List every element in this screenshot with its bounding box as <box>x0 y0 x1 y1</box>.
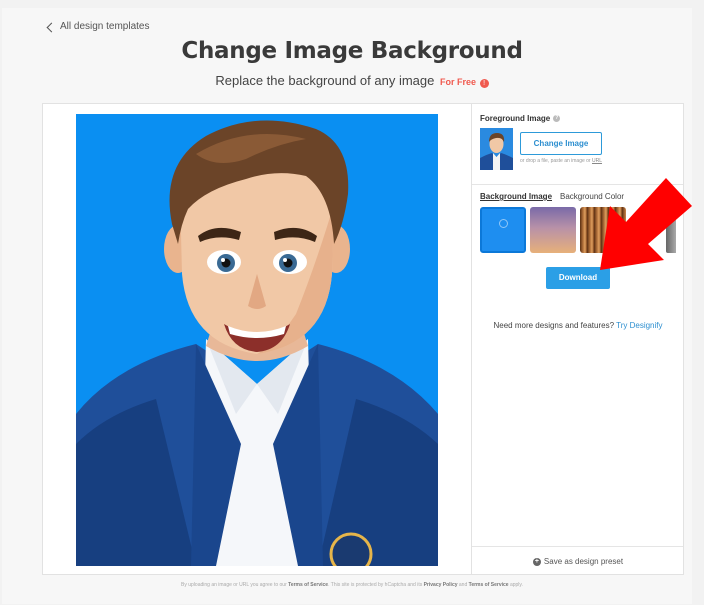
download-button[interactable]: Download <box>546 267 610 289</box>
foreground-title-label: Foreground Image <box>480 114 551 123</box>
selected-check-icon <box>499 219 508 228</box>
terms-link[interactable]: Terms of Service <box>288 582 328 588</box>
footer-text-and: and <box>458 582 468 588</box>
promo-label: Need more designs and features? <box>493 321 615 330</box>
portrait-illustration <box>76 114 438 566</box>
help-icon[interactable]: ? <box>553 115 561 122</box>
free-badge: For Free <box>439 77 476 87</box>
foreground-thumbnail <box>480 128 513 170</box>
promo-text: Need more designs and features? Try Desi… <box>472 321 684 330</box>
subtitle-text: Replace the background of any image <box>215 73 435 88</box>
swatch-solid-blue[interactable] <box>480 207 526 253</box>
footer-text: By uploading an image or URL you agree t… <box>181 582 287 588</box>
editor-card: Foreground Image ? Change Image or drop … <box>42 103 684 575</box>
swatch-sunset-gradient[interactable] <box>530 207 576 253</box>
try-designify-link[interactable]: Try Designify <box>616 321 662 330</box>
page-title: Change Image Background <box>181 38 523 64</box>
save-preset-button[interactable]: + Save as design preset <box>472 557 684 566</box>
foreground-section-title: Foreground Image ? <box>480 114 561 123</box>
canvas-area <box>43 104 471 574</box>
change-image-button[interactable]: Change Image <box>520 132 602 155</box>
save-preset-label: Save as design preset <box>543 557 624 566</box>
info-icon[interactable]: ! <box>479 79 489 88</box>
url-link[interactable]: URL <box>592 158 602 164</box>
page-subtitle: Replace the background of any image For … <box>0 73 704 88</box>
drop-hint: or drop a file, paste an image or URL <box>520 158 602 164</box>
thumbnail-portrait <box>480 128 513 170</box>
settings-panel: Foreground Image ? Change Image or drop … <box>471 104 683 574</box>
footer-text-suffix: apply. <box>509 582 523 588</box>
drop-hint-text: or drop a file, paste an image or <box>520 158 591 164</box>
legal-footer: By uploading an image or URL you agree t… <box>0 582 704 588</box>
plus-circle-icon: + <box>532 557 541 566</box>
red-arrow-annotation <box>600 178 692 270</box>
terms-link-2[interactable]: Terms of Service <box>469 582 509 588</box>
back-link-label: All design templates <box>60 21 150 32</box>
footer-text-middle: . This site is protected by hCaptcha and… <box>328 582 423 588</box>
result-image <box>76 114 438 566</box>
footer-divider <box>472 546 683 547</box>
privacy-link[interactable]: Privacy Policy <box>424 582 458 588</box>
chevron-left-icon <box>46 22 57 32</box>
tab-background-image[interactable]: Background Image <box>480 192 552 201</box>
back-link[interactable]: All design templates <box>46 21 150 32</box>
